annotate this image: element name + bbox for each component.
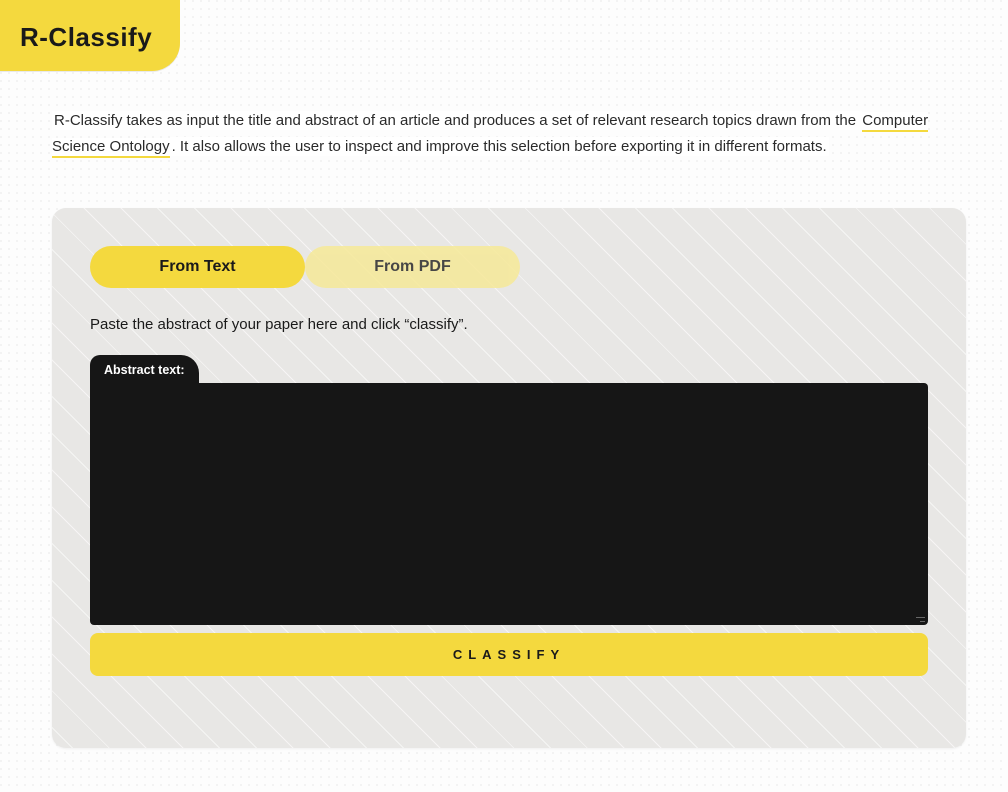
app-logo: R-Classify [0,0,180,71]
main-card: From Text From PDF Paste the abstract of… [52,208,966,748]
input-mode-tabs: From Text From PDF [90,246,520,288]
classify-button[interactable]: CLASSIFY [90,633,928,676]
abstract-field: Abstract text: [90,355,928,625]
abstract-textarea[interactable] [90,383,928,625]
abstract-label: Abstract text: [90,355,199,383]
abstract-textarea-container [90,383,928,625]
app-name: R-Classify [20,22,152,52]
intro-part2: . It also allows the user to inspect and… [170,137,829,156]
instruction-text: Paste the abstract of your paper here an… [90,316,928,333]
tab-from-text[interactable]: From Text [90,246,305,288]
intro-part1: R-Classify takes as input the title and … [52,111,862,130]
tab-from-pdf[interactable]: From PDF [305,246,520,288]
intro-text: R-Classify takes as input the title and … [52,108,966,161]
